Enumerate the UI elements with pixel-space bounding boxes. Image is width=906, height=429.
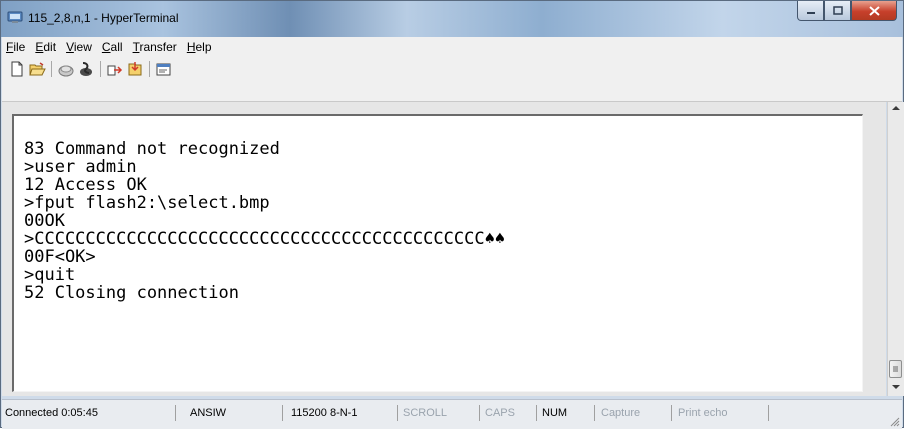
terminal-line: 00F<OK> (24, 247, 96, 267)
terminal-line: >fput flash2:\select.bmp (24, 193, 270, 213)
vertical-scrollbar[interactable] (887, 102, 904, 396)
terminal-line: 00OK (24, 211, 65, 231)
scroll-down-button[interactable] (891, 384, 901, 394)
status-connected: Connected 0:05:45 (2, 405, 176, 421)
menu-bar: File Edit View Call Transfer Help (2, 37, 902, 57)
status-capture: Capture (598, 405, 672, 421)
menu-transfer-label: ransfer (139, 40, 177, 54)
status-bar: Connected 0:05:45 ANSIW 115200 8-N-1 SCR… (2, 399, 902, 429)
toolbar-separator (149, 61, 150, 77)
disconnect-button[interactable] (76, 60, 96, 78)
menu-call-label: all (110, 40, 123, 54)
properties-button[interactable] (154, 60, 174, 78)
terminal-line: >quit (24, 265, 76, 285)
terminal-output: 83 Command not recognized >user admin 12 A… (24, 140, 505, 302)
menu-file[interactable]: File (2, 40, 31, 54)
menu-edit[interactable]: Edit (31, 40, 62, 54)
menu-file-label: ile (13, 40, 26, 54)
menu-view-accel: V (66, 40, 74, 54)
close-button[interactable] (851, 1, 897, 21)
toolbar-separator (100, 61, 101, 77)
minimize-icon (806, 11, 815, 14)
terminal-line: 52 Closing connection (24, 283, 239, 303)
terminal-screen[interactable]: 83 Command not recognized >user admin 12 A… (12, 114, 863, 392)
menu-view[interactable]: View (62, 40, 98, 54)
terminal-frame: 83 Command not recognized >user admin 12 A… (2, 102, 886, 396)
menu-call-accel: C (101, 40, 111, 54)
title-bar[interactable]: 115_2,8,n,1 - HyperTerminal (1, 1, 903, 37)
caption-buttons (797, 1, 897, 23)
scrollbar-thumb[interactable] (889, 360, 902, 378)
status-emulation: ANSIW (187, 405, 283, 421)
menu-view-label: iew (73, 40, 92, 54)
hyperterminal-app-icon[interactable] (7, 9, 23, 25)
terminal-line: 83 Command not recognized (24, 139, 280, 159)
resize-grip-icon[interactable] (888, 415, 900, 427)
toolbar (2, 57, 902, 102)
disconnect-icon (80, 62, 92, 76)
maximize-button[interactable] (824, 1, 851, 21)
window-title: 115_2,8,n,1 - HyperTerminal (28, 11, 179, 25)
menu-help[interactable]: Help (183, 40, 218, 54)
grip-icon (893, 366, 898, 372)
toolbar-separator (51, 61, 52, 77)
scroll-up-button[interactable] (891, 105, 901, 115)
properties-icon (156, 63, 171, 75)
menu-transfer[interactable]: Transfer (129, 40, 183, 54)
new-icon (11, 61, 23, 77)
scroll-down-icon (892, 385, 900, 389)
status-print-echo: Print echo (675, 405, 769, 421)
terminal-line: >CCCCCCCCCCCCCCCCCCCCCCCCCCCCCCCCCCCCCCC… (24, 229, 506, 249)
status-caps: CAPS (482, 405, 537, 421)
close-icon (868, 5, 880, 16)
open-icon (28, 61, 46, 75)
send-icon (107, 65, 123, 75)
receive-icon (128, 62, 142, 76)
new-connection-button[interactable] (7, 60, 27, 78)
minimize-button[interactable] (797, 1, 824, 21)
maximize-icon (832, 6, 843, 15)
connect-button[interactable] (56, 60, 76, 78)
scroll-up-icon (892, 106, 900, 110)
send-button[interactable] (105, 60, 125, 78)
status-scroll: SCROLL (400, 405, 480, 421)
status-port-settings: 115200 8-N-1 (288, 405, 398, 421)
receive-button[interactable] (125, 60, 145, 78)
hyperterminal-window: 115_2,8,n,1 - HyperTerminal File Edit Vi… (0, 0, 904, 429)
terminal-line: >user admin (24, 157, 137, 177)
menu-help-label: elp (195, 40, 212, 54)
status-num: NUM (539, 405, 595, 421)
menu-edit-label: dit (43, 40, 57, 54)
open-button[interactable] (27, 60, 47, 78)
terminal-line: 12 Access OK (24, 175, 147, 195)
connect-icon (58, 65, 74, 76)
menu-call[interactable]: Call (98, 40, 129, 54)
